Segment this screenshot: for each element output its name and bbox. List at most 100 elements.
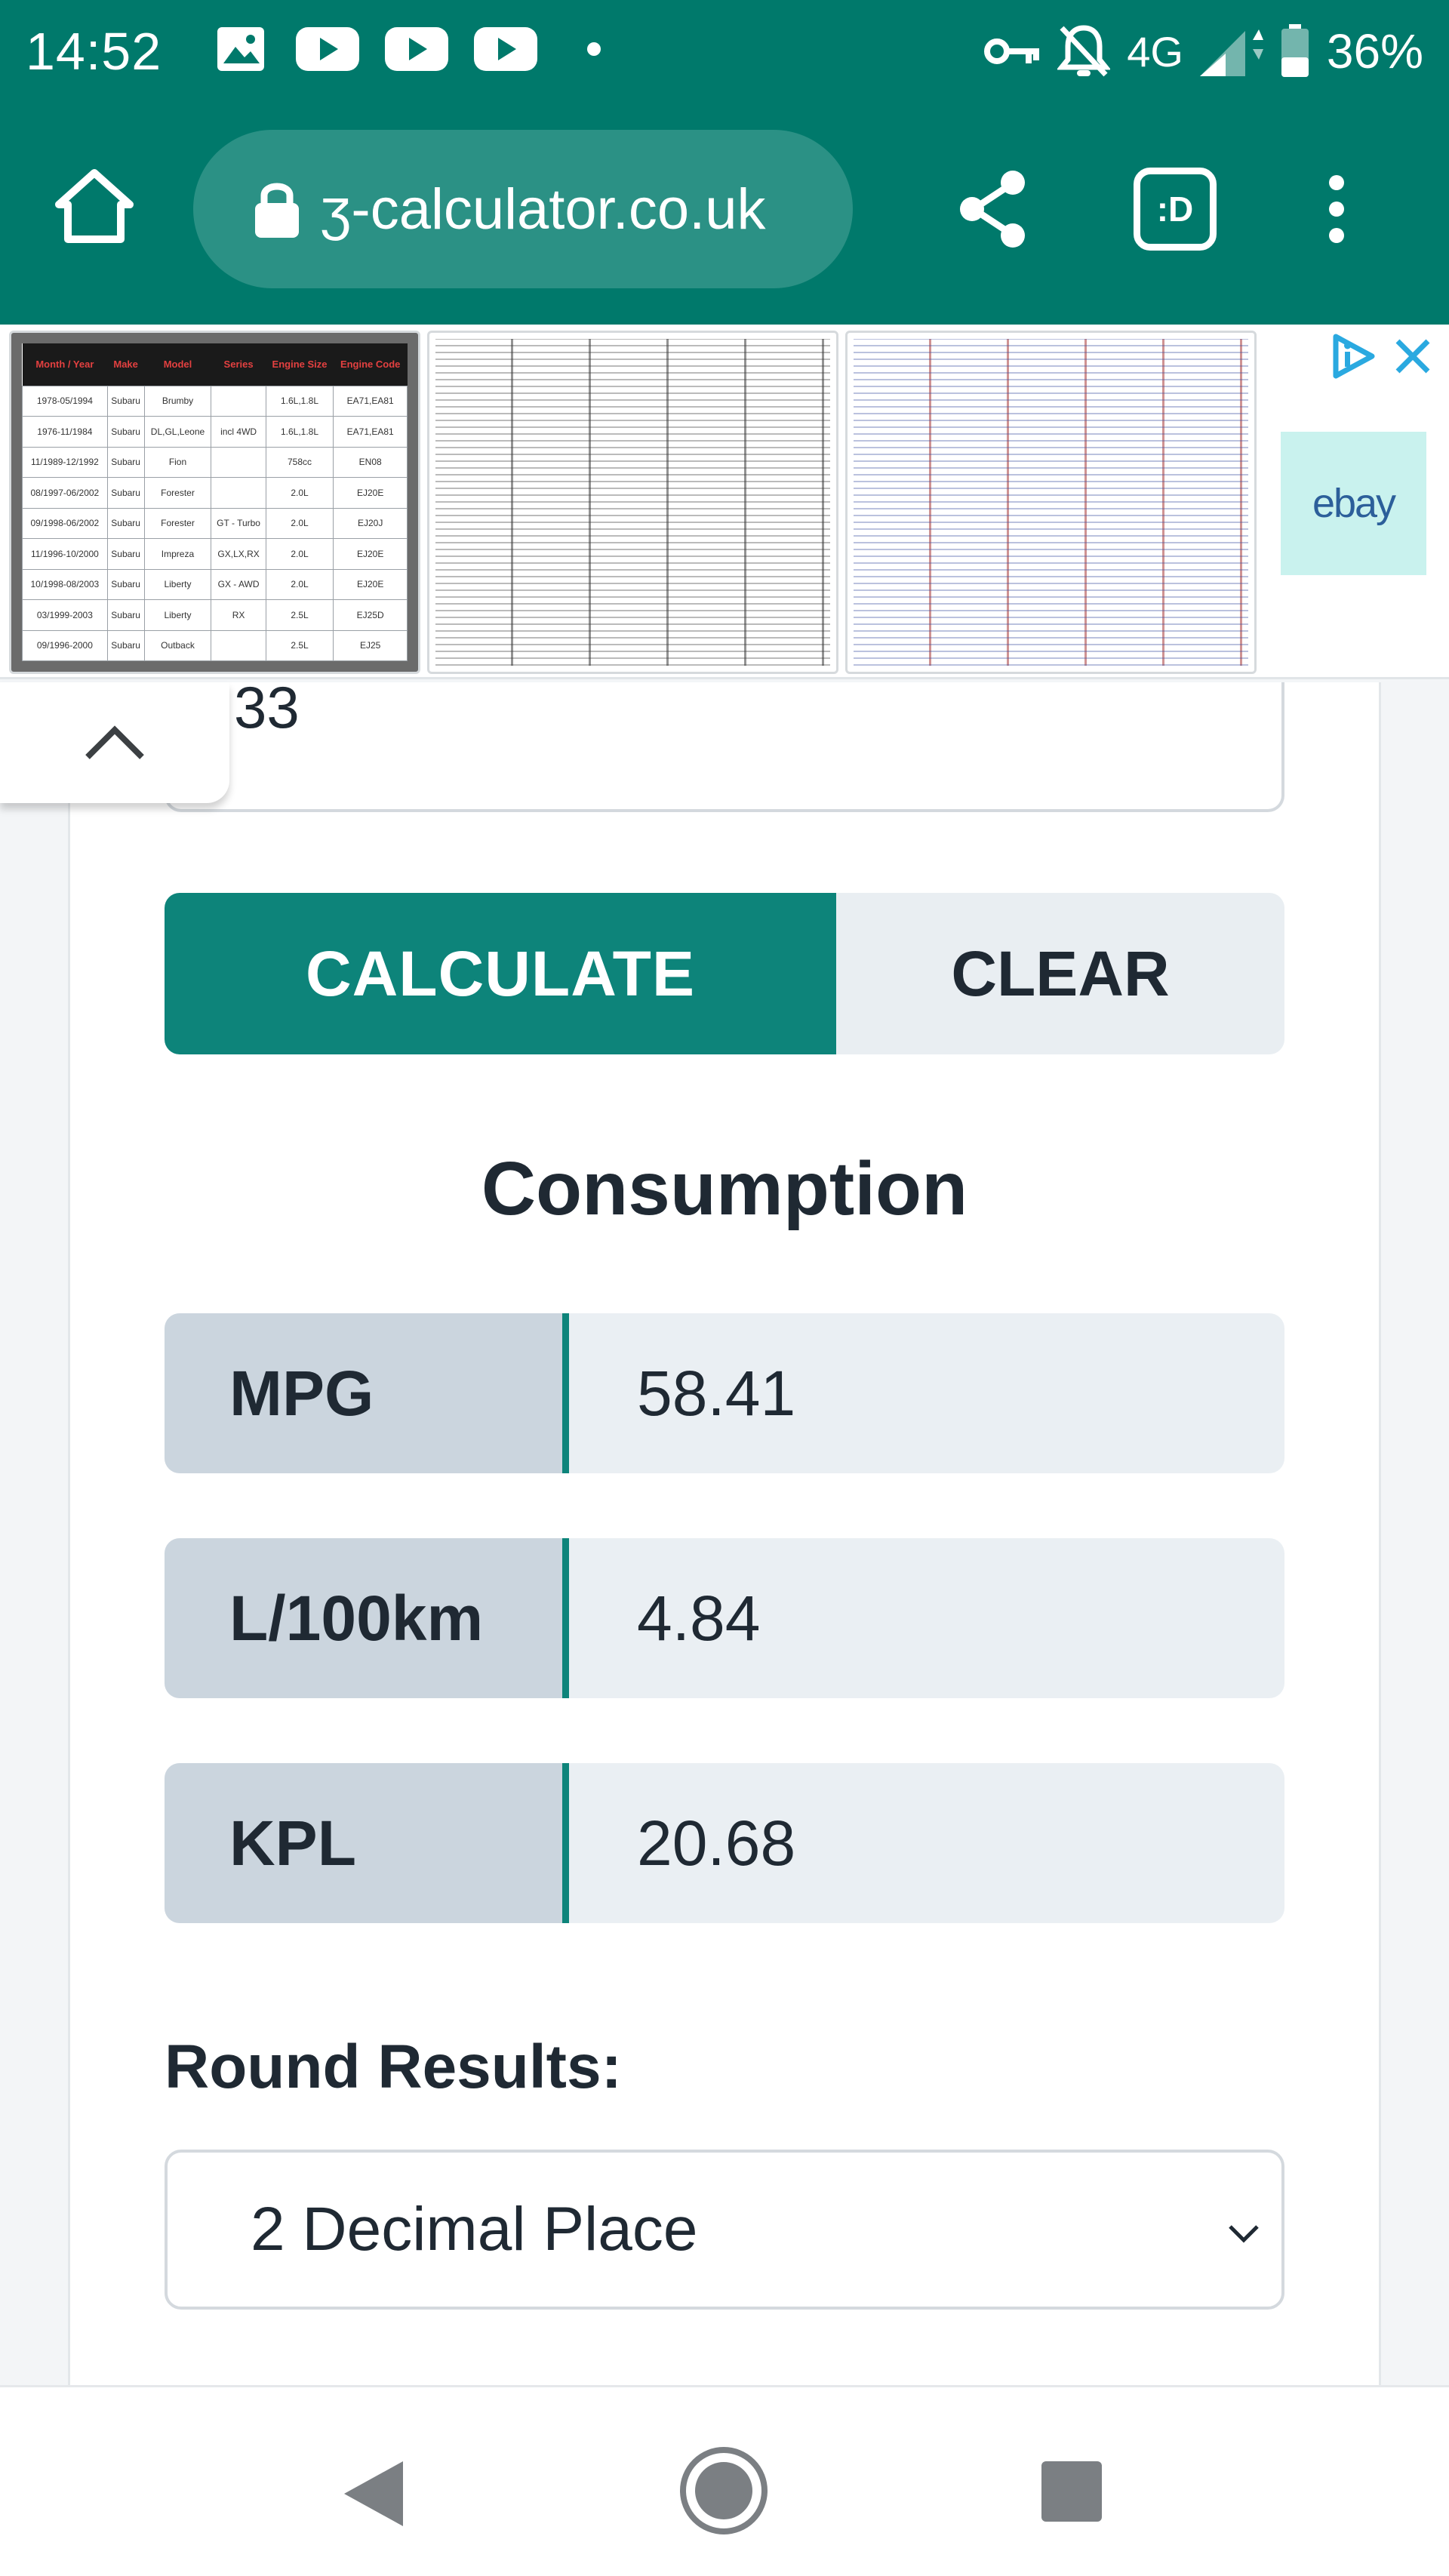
ad-table-cell: EJ20J (333, 507, 408, 539)
ad-table-cell: Subaru (106, 477, 145, 509)
ad-table-cell: incl 4WD (211, 416, 266, 448)
ebay-logo[interactable]: ebay (1281, 432, 1426, 575)
round-results-label: Round Results: (165, 2033, 622, 2101)
network-type: 4G (1127, 27, 1183, 75)
tab-switcher-label: :D (1156, 189, 1194, 229)
recents-icon[interactable] (1041, 2461, 1102, 2522)
home-icon (55, 169, 134, 243)
youtube-notification-icon (474, 27, 537, 71)
round-results-select[interactable]: 2 Decimal Place (165, 2150, 1284, 2310)
ad-table-cell: Subaru (106, 538, 145, 570)
ad-table-cell: 1978-05/1994 (22, 385, 108, 417)
ad-parts-table: Month / Year Make Model Series Engine Size En… (22, 343, 408, 661)
ad-table-row: 09/1996-2000 Subaru Outback 2.5L EJ25 (22, 629, 408, 661)
ad-table-cell: 11/1989-12/1992 (22, 446, 108, 478)
ad-close-icon[interactable] (1390, 334, 1435, 379)
result-value: 4.84 (637, 1582, 761, 1654)
ad-table-cell: Subaru (106, 385, 145, 417)
ad-table-cell: 2.5L (265, 599, 334, 631)
ad-table-cell: Forester (143, 507, 212, 539)
ad-table-cell: 2.0L (265, 507, 334, 539)
collapse-ad-button[interactable] (0, 682, 229, 803)
adchoices-icon[interactable] (1328, 332, 1377, 380)
round-results-selected: 2 Decimal Place (251, 2195, 698, 2264)
tab-switcher-button[interactable]: :D (1134, 168, 1217, 251)
ad-table-cell: 1.6L,1.8L (265, 416, 334, 448)
ad-image-texture (435, 339, 830, 666)
ad-table-cell: Liberty (143, 568, 212, 600)
ad-table-cell: 03/1999-2003 (22, 599, 108, 631)
ad-table-cell: Liberty (143, 599, 212, 631)
ad-table-cell: 2.0L (265, 568, 334, 600)
battery-icon (1281, 24, 1309, 77)
previous-input-field[interactable] (165, 682, 1284, 812)
ad-table-cell: Subaru (106, 446, 145, 478)
result-value: 58.41 (637, 1357, 796, 1429)
ad-table-cell: GX - AWD (211, 568, 266, 600)
share-button[interactable] (952, 168, 1035, 251)
back-icon[interactable] (340, 2458, 408, 2529)
ad-banner[interactable]: Month / Year Make Model Series Engine Size En… (0, 325, 1449, 679)
ad-table-header-cell: Model (144, 343, 211, 386)
url-bar[interactable]: ӡ-calculator.co.uk (193, 130, 853, 288)
chevron-up-icon (85, 725, 144, 759)
ad-table-cell: Brumby (143, 385, 212, 417)
status-bar: 14:52 4G 36% (0, 0, 1449, 98)
ad-table-cell: GX,LX,RX (211, 538, 266, 570)
ad-table-cell: RX (211, 599, 266, 631)
ad-table-cell: 11/1996-10/2000 (22, 538, 108, 570)
ad-table-row: 11/1996-10/2000 Subaru Impreza GX,LX,RX 2.0L… (22, 538, 408, 570)
clear-button[interactable]: CLEAR (836, 893, 1284, 1054)
ad-table-cell: 2.0L (265, 538, 334, 570)
ad-image-baseball-cards-color[interactable] (845, 331, 1257, 674)
ad-table-row: 1976-11/1984 Subaru DL,GL,Leone incl 4WD 1.6… (22, 416, 408, 448)
home-nav-icon[interactable] (679, 2446, 768, 2535)
ad-table-row: 10/1998-08/2003 Subaru Liberty GX - AWD 2.0L… (22, 568, 408, 600)
result-label: L/100km (165, 1538, 569, 1698)
ad-table-header-cell: Series (211, 343, 266, 386)
ad-image-baseball-cards[interactable] (427, 331, 838, 674)
battery-percent: 36% (1326, 24, 1423, 78)
ad-table-cell: 09/1998-06/2002 (22, 507, 108, 539)
lock-icon (255, 183, 299, 238)
ad-table-row: 08/1997-06/2002 Subaru Forester 2.0L EJ20E (22, 477, 408, 509)
vpn-key-icon (984, 38, 1040, 64)
ad-table-cell: EA71,EA81 (333, 416, 408, 448)
result-value: 20.68 (637, 1807, 796, 1879)
ebay-logo-text: ebay (1312, 481, 1396, 526)
ad-table-cell: 2.5L (265, 629, 334, 661)
ad-table-row: 03/1999-2003 Subaru Liberty RX 2.5L EJ25D (22, 599, 408, 631)
signal-icon (1199, 29, 1263, 76)
ad-image-parts-table[interactable]: Month / Year Make Model Series Engine Size En… (9, 331, 420, 674)
ad-table-header-row: Month / Year Make Model Series Engine Size En… (22, 343, 408, 386)
ad-image-texture (854, 339, 1248, 666)
browser-toolbar: ӡ-calculator.co.uk :D (0, 98, 1449, 325)
ad-table-cell: EJ20E (333, 538, 408, 570)
ad-table-cell: Subaru (106, 629, 145, 661)
previous-input-value: 33 (234, 674, 300, 740)
calculate-button[interactable]: CALCULATE (165, 893, 836, 1054)
ad-table-row: 09/1998-06/2002 Subaru Forester GT - Turbo 2… (22, 507, 408, 539)
ad-table-cell: GT - Turbo (211, 507, 266, 539)
result-row-l100km: L/100km 4.84 (165, 1538, 1284, 1698)
ad-table-cell (211, 477, 266, 509)
home-button[interactable] (53, 165, 136, 248)
ad-table-cell: 1976-11/1984 (22, 416, 108, 448)
consumption-heading: Consumption (481, 1146, 968, 1231)
status-right-group: 4G 36% (983, 21, 1423, 82)
ad-table-cell: 08/1997-06/2002 (22, 477, 108, 509)
menu-dot-icon (1329, 202, 1344, 217)
result-row-kpl: KPL 20.68 (165, 1763, 1284, 1923)
ad-table-cell: EA71,EA81 (333, 385, 408, 417)
ad-table-cell: Outback (143, 629, 212, 661)
ad-table-header-cell: Month / Year (22, 343, 108, 386)
overflow-menu-button[interactable] (1318, 168, 1355, 251)
ad-table-cell: 758cc (265, 446, 334, 478)
youtube-notification-icon (385, 27, 448, 71)
ad-table-cell: EJ25D (333, 599, 408, 631)
menu-dot-icon (1329, 228, 1344, 243)
ad-table-cell: EJ20E (333, 477, 408, 509)
ad-table-cell: Subaru (106, 568, 145, 600)
ad-table-cell: DL,GL,Leone (143, 416, 212, 448)
system-navigation-bar (0, 2385, 1449, 2576)
